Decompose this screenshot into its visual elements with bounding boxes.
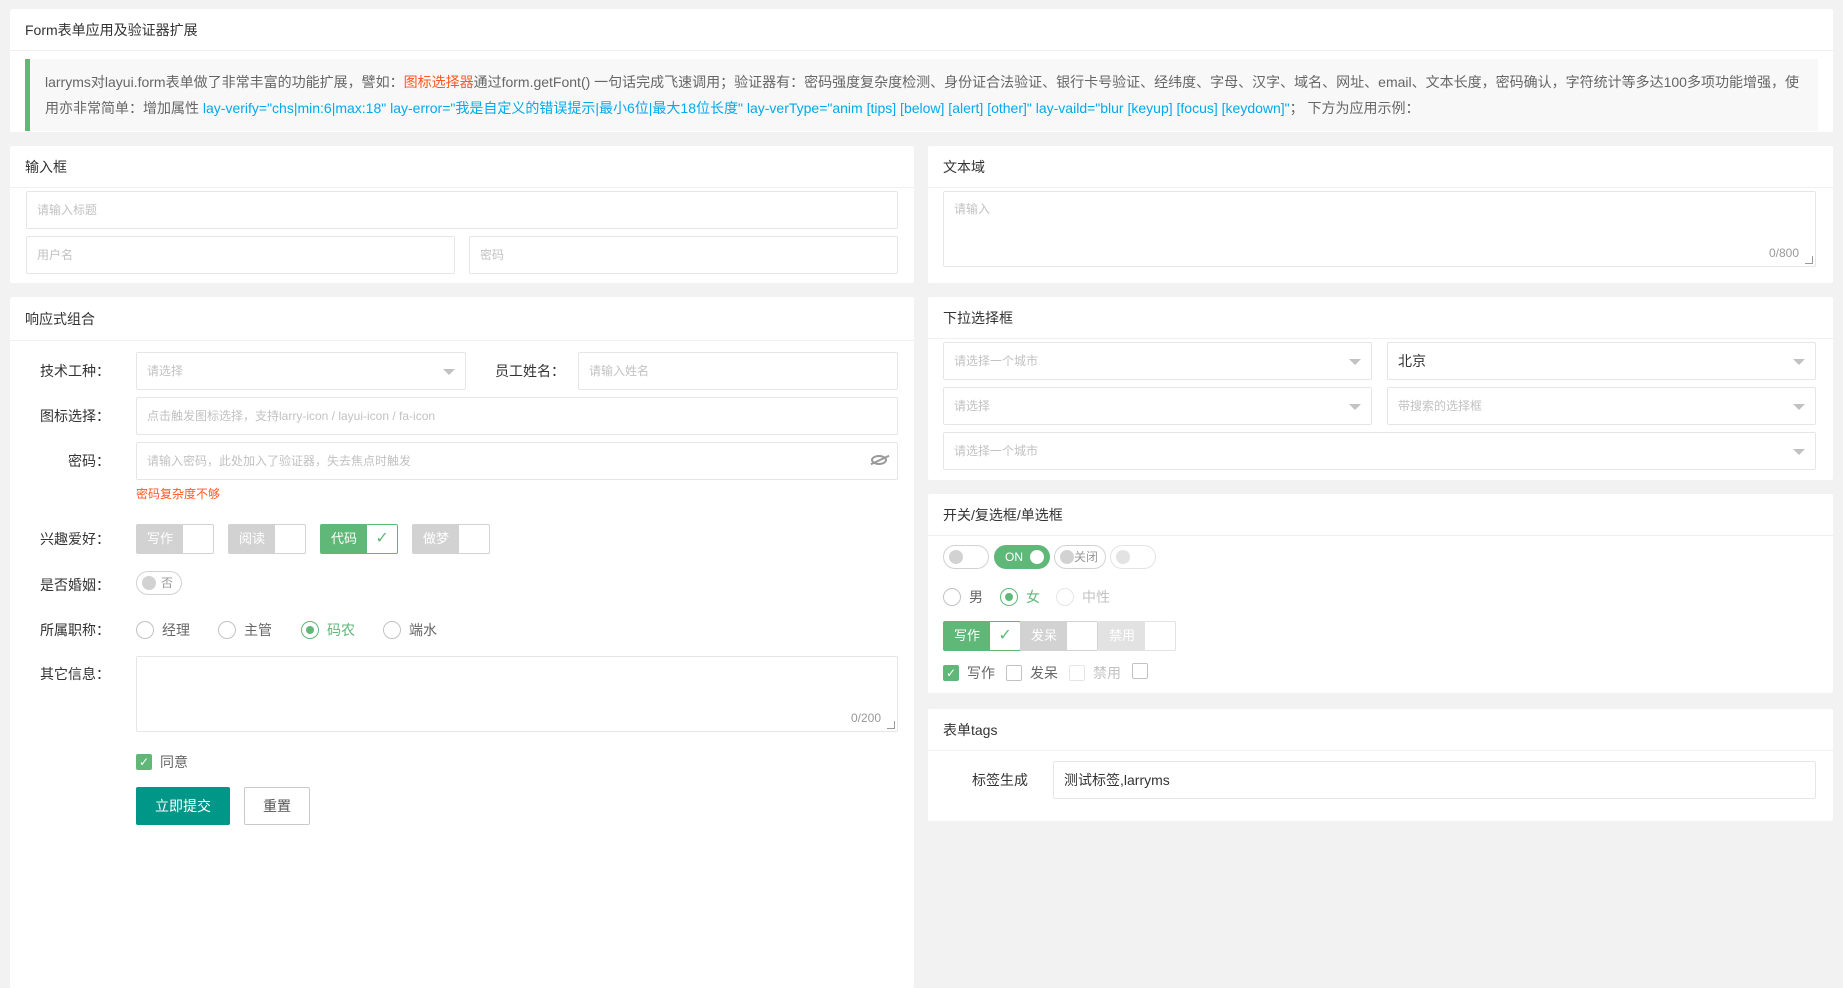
tags-card: 表单tags 标签生成 测试标签,larryms (928, 709, 1833, 821)
switch-card-title: 开关/复选框/单选框 (928, 494, 1833, 536)
role-manager[interactable]: 经理 (136, 620, 190, 640)
married-switch[interactable]: 否 (136, 571, 182, 595)
other-label: 其它信息： (40, 666, 110, 682)
textarea-counter: 0/800 (1768, 246, 1799, 260)
reset-button[interactable]: 重置 (244, 787, 310, 825)
check-icon: ✓ (943, 665, 959, 681)
resize-grip[interactable] (887, 721, 895, 729)
city-select[interactable]: 请选择一个城市 (943, 342, 1372, 380)
input-card-title: 输入框 (10, 146, 914, 188)
eye-icon[interactable] (871, 455, 887, 465)
city-select-full[interactable]: 请选择一个城市 (943, 432, 1816, 470)
icon-picker-input[interactable]: 点击触发图标选择，支持larry-icon / layui-icon / fa-… (136, 397, 898, 435)
icon-label: 图标选择： (40, 408, 110, 424)
icon-picker-link[interactable]: 图标选择器 (404, 74, 474, 90)
pwd-label: 密码： (68, 453, 110, 469)
combo-card: 响应式组合 技术工种： 请选择 员工姓名： 请输入姓名 图标选择： 点击触发图标… (10, 297, 914, 988)
switch-disabled (1110, 545, 1156, 569)
cb-daze[interactable]: 发呆 (1020, 621, 1099, 651)
pcb-daze[interactable]: 发呆 (1006, 663, 1058, 683)
resize-grip[interactable] (1805, 256, 1813, 264)
chevron-down-icon (1349, 359, 1361, 365)
switch-on[interactable]: ON (994, 545, 1050, 569)
radio-male[interactable]: 男 (943, 587, 983, 607)
textarea-field[interactable]: 请输入 0/800 (943, 191, 1816, 267)
cb-disabled: 禁用 (1098, 621, 1177, 651)
chevron-down-icon (1793, 359, 1805, 365)
username-input[interactable]: 用户名 (26, 236, 455, 274)
chevron-down-icon (1793, 404, 1805, 410)
chevron-down-icon (443, 369, 455, 375)
pwd-error: 密码复杂度不够 (136, 487, 221, 501)
name-input[interactable]: 请输入姓名 (578, 352, 898, 390)
name-label: 员工姓名： (495, 363, 565, 379)
select-card: 下拉选择框 请选择一个城市 北京 请选择 带搜索的选择框 请选择一个城市 (928, 297, 1833, 480)
password-input[interactable]: 密码 (469, 236, 898, 274)
hobby-writing[interactable]: 写作 (136, 524, 215, 554)
cb-write[interactable]: 写作 ✓ (943, 621, 1022, 651)
radio-female[interactable]: 女 (1000, 587, 1040, 607)
role-coder[interactable]: 码农 (301, 620, 355, 640)
pcb-empty[interactable] (1132, 663, 1156, 679)
role-supervisor[interactable]: 主管 (218, 620, 272, 640)
pcb-write[interactable]: ✓ 写作 (943, 663, 995, 683)
tags-label: 标签生成 (972, 772, 1028, 788)
input-card: 输入框 请输入标题 用户名 密码 (10, 146, 914, 283)
chevron-down-icon (1793, 449, 1805, 455)
generic-select[interactable]: 请选择 (943, 387, 1372, 425)
textarea-card-title: 文本域 (928, 146, 1833, 188)
search-select[interactable]: 带搜索的选择框 (1387, 387, 1816, 425)
intro-text: larryms对layui.form表单做了非常丰富的功能扩展，譬如：图标选择器… (25, 59, 1818, 131)
role-waterboy[interactable]: 端水 (383, 620, 437, 640)
pwd-input[interactable]: 请输入密码，此处加入了验证器，失去焦点时触发 (136, 442, 898, 480)
textarea-card: 文本域 请输入 0/800 (928, 146, 1833, 283)
title-input[interactable]: 请输入标题 (26, 191, 898, 229)
city-select-filled[interactable]: 北京 (1387, 342, 1816, 380)
switch-labeled-off[interactable]: 关闭 (1054, 545, 1106, 569)
radio-neutral: 中性 (1056, 587, 1110, 607)
job-select[interactable]: 请选择 (136, 352, 466, 390)
hobby-reading[interactable]: 阅读 (228, 524, 307, 554)
switch-off[interactable] (943, 545, 989, 569)
tags-card-title: 表单tags (928, 709, 1833, 751)
combo-card-title: 响应式组合 (10, 297, 914, 341)
check-icon: ✓ (136, 754, 152, 770)
check-icon: ✓ (375, 530, 389, 547)
role-label: 所属职称： (40, 622, 110, 638)
submit-button[interactable]: 立即提交 (136, 787, 230, 825)
hobby-dreaming[interactable]: 做梦 (412, 524, 491, 554)
select-card-title: 下拉选择框 (928, 297, 1833, 339)
pcb-disabled: 禁用 (1069, 663, 1121, 683)
agree-checkbox[interactable]: ✓ 同意 (136, 752, 188, 772)
intro-title: Form表单应用及验证器扩展 (10, 9, 1833, 51)
switch-card: 开关/复选框/单选框 ON 关闭 男 女 中性 写作 ✓ 发呆 禁用 ✓ 写作 发呆… (928, 494, 1833, 693)
married-label: 是否婚姻： (40, 577, 110, 593)
hobby-label: 兴趣爱好： (40, 531, 110, 547)
intro-card: Form表单应用及验证器扩展 larryms对layui.form表单做了非常丰… (10, 9, 1833, 132)
job-label: 技术工种： (40, 363, 110, 379)
chevron-down-icon (1349, 404, 1361, 410)
tags-input[interactable]: 测试标签,larryms (1053, 761, 1816, 799)
other-textarea[interactable]: 0/200 (136, 656, 898, 732)
other-counter: 0/200 (850, 711, 881, 725)
hobby-coding[interactable]: 代码 ✓ (320, 524, 399, 554)
check-icon: ✓ (998, 627, 1012, 644)
